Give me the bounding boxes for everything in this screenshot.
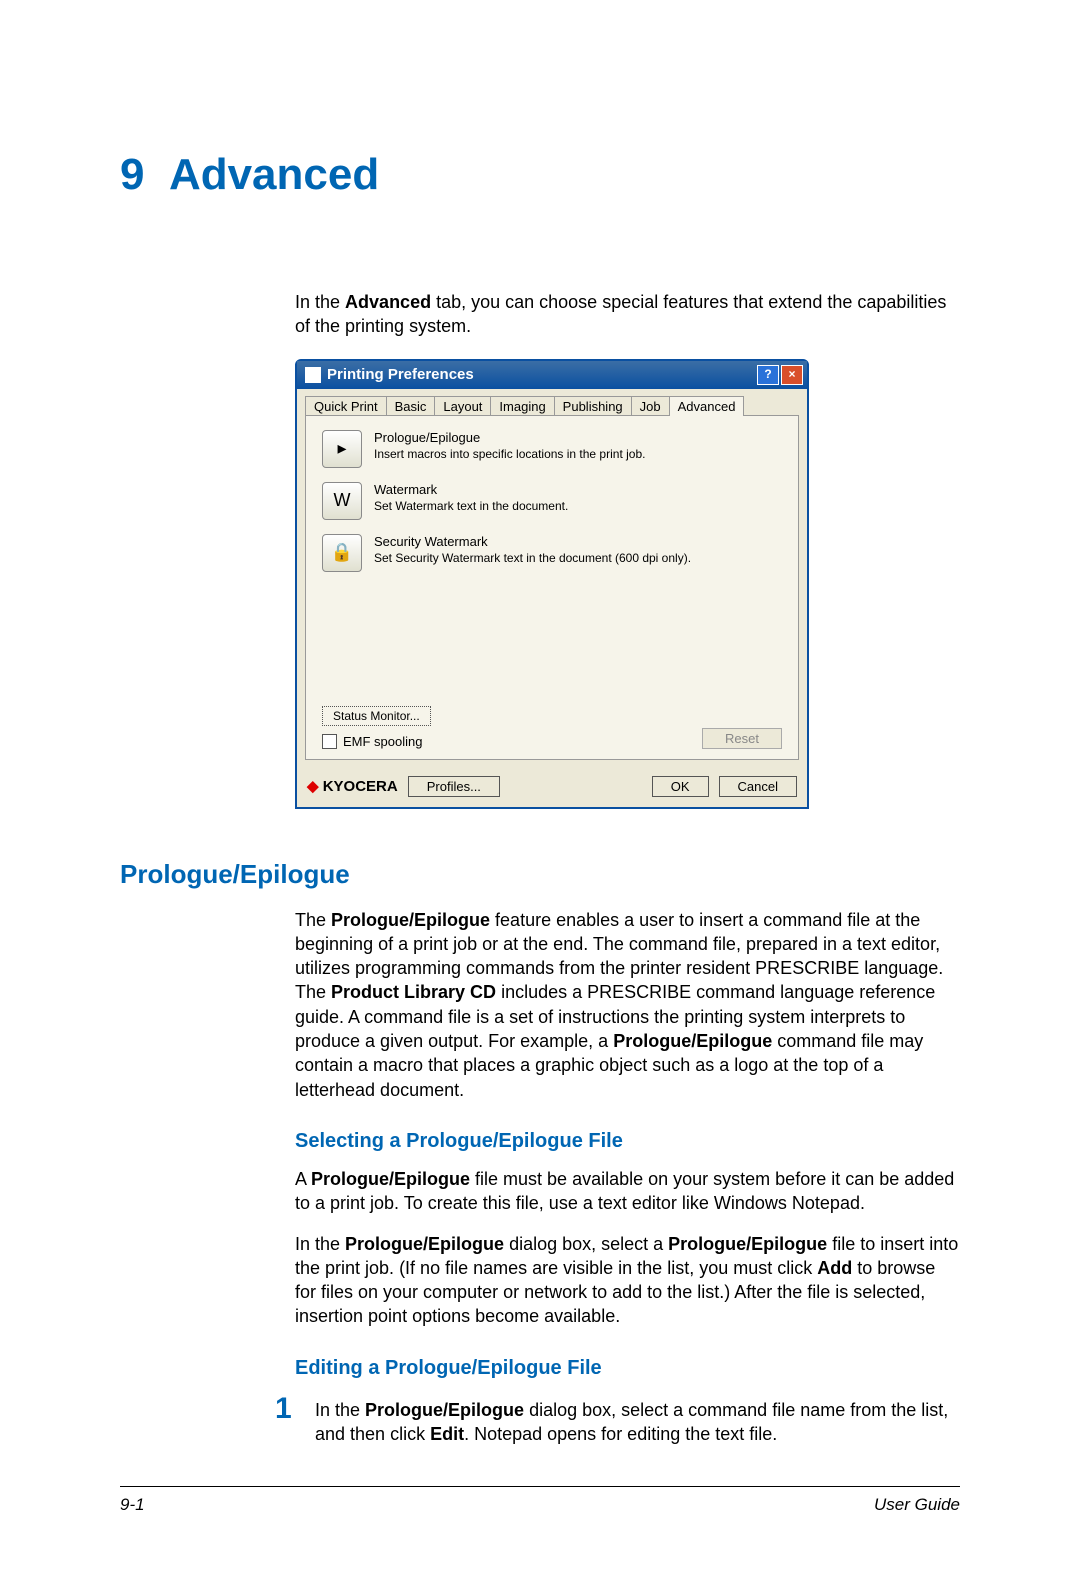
reset-button[interactable]: Reset (702, 728, 782, 749)
tab-advanced[interactable]: Advanced (669, 396, 745, 416)
section-heading-selecting: Selecting a Prologue/Epilogue File (295, 1130, 960, 1153)
tab-strip: Quick Print Basic Layout Imaging Publish… (297, 390, 807, 416)
security-watermark-icon: 🔒 (322, 534, 362, 572)
chapter-title: 9 Advanced (120, 150, 960, 200)
section-heading-editing: Editing a Prologue/Epilogue File (295, 1357, 960, 1380)
option-title: Security Watermark (374, 534, 691, 549)
option-title: Watermark (374, 482, 568, 497)
prologue-icon: ▸ (322, 430, 362, 468)
option-security-watermark[interactable]: 🔒 Security Watermark Set Security Waterm… (322, 534, 782, 572)
tab-job[interactable]: Job (631, 396, 670, 416)
option-desc: Set Security Watermark text in the docum… (374, 551, 691, 565)
option-desc: Insert macros into specific locations in… (374, 447, 645, 461)
step-text: In the Prologue/Epilogue dialog box, sel… (315, 1394, 960, 1447)
tab-quick-print[interactable]: Quick Print (305, 396, 387, 416)
emf-spooling-label: EMF spooling (343, 734, 422, 749)
tab-basic[interactable]: Basic (386, 396, 436, 416)
help-button[interactable]: ? (757, 365, 779, 385)
printer-icon (305, 367, 321, 383)
dialog-titlebar: Printing Preferences ? × (297, 361, 807, 389)
section-heading-prologue-epilogue: Prologue/Epilogue (120, 859, 960, 890)
tab-imaging[interactable]: Imaging (490, 396, 554, 416)
watermark-icon: W (322, 482, 362, 520)
section2-paragraph1: A Prologue/Epilogue file must be availab… (295, 1167, 960, 1216)
cancel-button[interactable]: Cancel (719, 776, 797, 797)
page-number: 9-1 (120, 1495, 145, 1515)
dialog-title: Printing Preferences (327, 366, 755, 383)
kyocera-logo: ◆ KYOCERA (307, 777, 398, 795)
section2-paragraph2: In the Prologue/Epilogue dialog box, sel… (295, 1232, 960, 1329)
chapter-number: 9 (120, 150, 144, 199)
profiles-button[interactable]: Profiles... (408, 776, 500, 797)
intro-paragraph: In the Advanced tab, you can choose spec… (295, 290, 960, 339)
option-watermark[interactable]: W Watermark Set Watermark text in the do… (322, 482, 782, 520)
option-title: Prologue/Epilogue (374, 430, 645, 445)
footer-guide: User Guide (874, 1495, 960, 1515)
checkbox-box[interactable] (322, 734, 337, 749)
step-1: 1 In the Prologue/Epilogue dialog box, s… (275, 1394, 960, 1447)
step-number: 1 (275, 1394, 315, 1447)
page-footer: 9-1 User Guide (120, 1486, 960, 1515)
tab-publishing[interactable]: Publishing (554, 396, 632, 416)
status-monitor-button[interactable]: Status Monitor... (322, 706, 431, 726)
tab-layout[interactable]: Layout (434, 396, 491, 416)
option-desc: Set Watermark text in the document. (374, 499, 568, 513)
close-button[interactable]: × (781, 365, 803, 385)
ok-button[interactable]: OK (652, 776, 709, 797)
option-prologue-epilogue[interactable]: ▸ Prologue/Epilogue Insert macros into s… (322, 430, 782, 468)
tab-panel-advanced: ▸ Prologue/Epilogue Insert macros into s… (305, 415, 799, 760)
chapter-name: Advanced (169, 150, 379, 199)
section1-paragraph: The Prologue/Epilogue feature enables a … (295, 908, 960, 1102)
printing-preferences-dialog: Printing Preferences ? × Quick Print Bas… (295, 359, 809, 809)
dialog-footer: ◆ KYOCERA Profiles... OK Cancel (297, 768, 807, 807)
